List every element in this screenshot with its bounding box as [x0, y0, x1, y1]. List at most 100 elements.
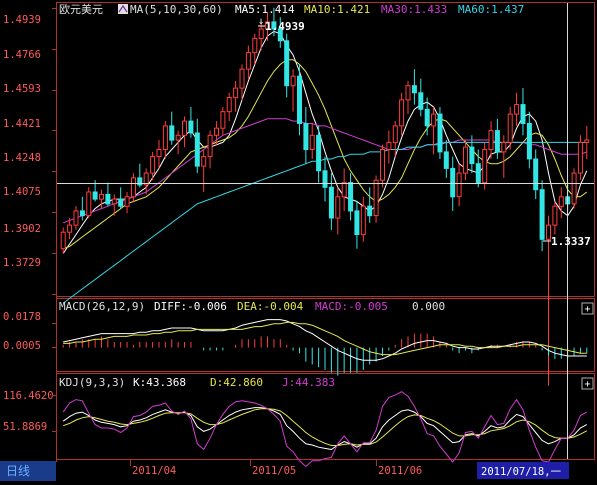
kdj-tick-label: 116.4620	[3, 390, 54, 402]
candle-down	[443, 151, 449, 169]
candle-down	[284, 40, 290, 87]
candle-up	[373, 179, 379, 217]
candle-up	[405, 85, 411, 101]
candle-up	[514, 104, 520, 115]
candle-down	[194, 132, 200, 167]
candle-up	[131, 177, 136, 198]
candle-down	[328, 186, 334, 219]
candle-up	[392, 125, 398, 143]
candle-down	[105, 193, 111, 205]
kdj-expand-button[interactable]: +	[581, 377, 594, 390]
ma-header: MA(5,10,30,60)	[130, 3, 223, 16]
instrument-title: 欧元美元	[59, 3, 103, 16]
candle-down	[348, 182, 354, 212]
candle-up	[341, 182, 347, 198]
kdj-tick-label: 51.8869	[3, 421, 47, 433]
candle-down	[188, 120, 194, 134]
price-tick-label: 1.4421	[3, 118, 41, 130]
kdj-title: KDJ(9,3,3)	[59, 376, 125, 389]
candle-up	[60, 231, 66, 250]
macd-dea-label: DEA:-0.004	[237, 300, 304, 313]
candle-up	[67, 224, 73, 233]
candle-up	[239, 68, 245, 89]
candle-up	[456, 172, 462, 198]
candle-up	[252, 37, 258, 54]
high-annotation-arrow: ↓	[258, 16, 264, 27]
kdj-d-label: D:42.860	[210, 376, 263, 389]
low-annotation-label: 1.3337	[551, 235, 591, 248]
candle-up	[335, 196, 341, 219]
macd-diff-label: DIFF:-0.006	[154, 300, 227, 313]
candle-down	[418, 92, 424, 110]
candle-down	[316, 134, 322, 172]
high-annotation-label: 1.4939	[265, 20, 305, 33]
candle-up	[245, 52, 251, 70]
candle-down	[411, 85, 417, 94]
candle-down	[526, 123, 532, 160]
candle-down	[354, 210, 360, 235]
candle-up	[73, 210, 79, 226]
candle-up	[156, 149, 162, 158]
candle-down	[297, 75, 302, 124]
candle-down	[322, 170, 328, 188]
candle-up	[552, 205, 558, 226]
candle-down	[475, 163, 481, 184]
candle-up	[463, 146, 468, 174]
candle-up	[360, 205, 366, 236]
candle-down	[303, 123, 309, 150]
candle-up	[182, 120, 187, 136]
candle-down	[367, 205, 373, 217]
candle-up	[501, 141, 507, 153]
kdj-j-label: J:44.383	[282, 376, 335, 389]
ma60-label: MA60:1.437	[458, 3, 524, 16]
macd-header: MACD(26,12,9) DIFF:-0.006 DEA:-0.004 MAC…	[59, 300, 445, 313]
candle-up	[99, 193, 104, 200]
candle-down	[494, 130, 500, 153]
candle-down	[169, 125, 175, 141]
candle-down	[533, 158, 539, 191]
candle-up	[386, 141, 392, 150]
candle-up	[309, 134, 315, 151]
candle-up	[258, 28, 264, 39]
price-tick-label: 1.4075	[3, 186, 41, 198]
kline-terminal: 1.4939 1.4766 1.4593 1.4421 1.4248 1.407…	[0, 0, 597, 481]
low-annotation: 1.3337	[543, 235, 591, 248]
price-tick-label: 1.3902	[3, 223, 41, 235]
candle-up	[558, 196, 564, 207]
price-tick-label: 1.3729	[3, 257, 41, 269]
ma30-label: MA30:1.433	[381, 3, 447, 16]
candle-up	[431, 113, 437, 127]
macd-tick-label: 0.0178	[3, 311, 41, 323]
date-label: 2011/04	[132, 465, 176, 477]
candle-up	[233, 87, 239, 99]
candle-down	[520, 104, 526, 124]
candle-up	[380, 149, 385, 181]
candle-up	[207, 134, 213, 158]
plus-icon: +	[585, 379, 591, 390]
candle-up	[86, 191, 92, 217]
period-tab-label[interactable]: 日线	[6, 464, 30, 478]
candle-up	[488, 130, 494, 151]
candle-up	[584, 139, 590, 143]
candle-up	[482, 149, 488, 184]
macd-title: MACD(26,12,9)	[59, 300, 145, 313]
candle-up	[507, 113, 513, 143]
candle-up	[577, 141, 583, 174]
price-tick-label: 1.4939	[3, 14, 41, 26]
candle-down	[92, 191, 98, 200]
candle-down	[424, 108, 430, 127]
candle-up	[290, 75, 296, 87]
candle-up	[571, 172, 577, 205]
candle-up	[546, 224, 551, 240]
macd-zero-label: 0.000	[412, 300, 445, 313]
date-label: 2011/05	[252, 465, 296, 477]
date-label: 2011/06	[378, 465, 422, 477]
plus-icon: +	[585, 304, 591, 315]
candle-down	[118, 198, 124, 207]
macd-expand-button[interactable]: +	[581, 302, 594, 315]
macd-hist-label: MACD:-0.005	[315, 300, 388, 313]
candle-down	[469, 146, 475, 165]
cursor-date-label: 2011/07/18,一	[481, 466, 562, 478]
price-tick-label: 1.4248	[3, 152, 41, 164]
ma5-label: MA5:1.414	[235, 3, 295, 16]
